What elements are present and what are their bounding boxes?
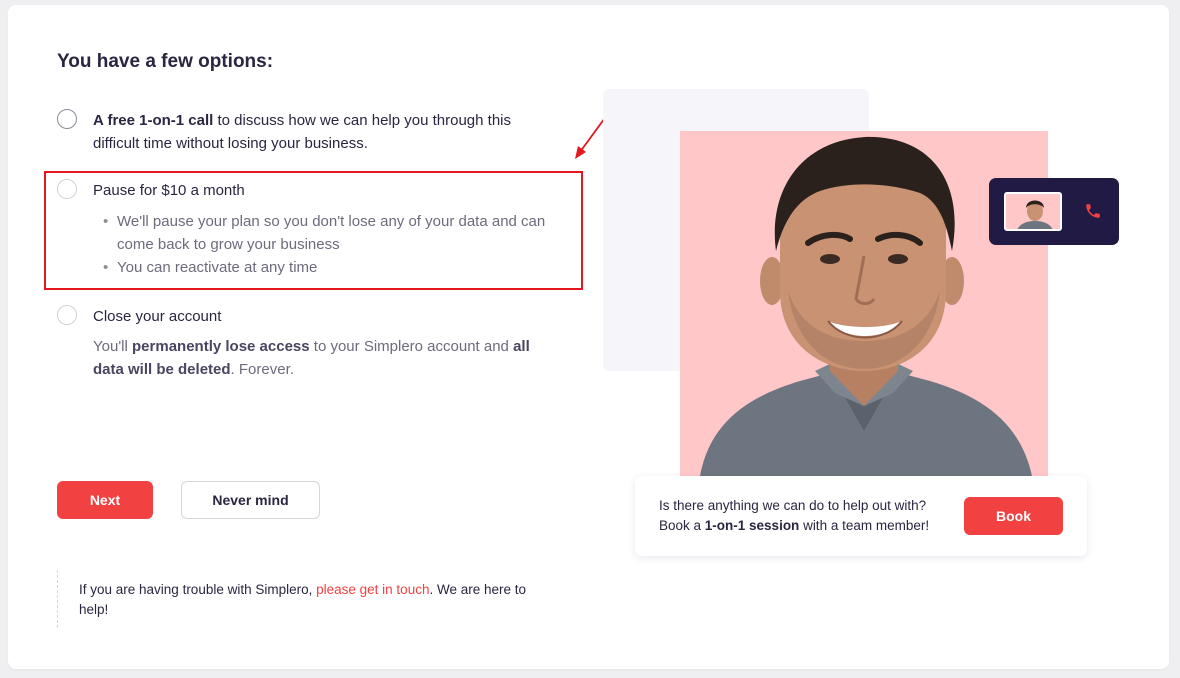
caller-avatar-icon [1017, 200, 1053, 229]
radio-free-call[interactable] [57, 109, 77, 129]
book-session-suffix: with a team member! [799, 518, 930, 533]
book-session-line-1: Is there anything we can do to help out … [659, 498, 927, 513]
book-button[interactable]: Book [964, 497, 1063, 535]
book-session-bold: 1-on-1 session [704, 518, 800, 533]
option-free-call-text: A free 1-on-1 call to discuss how we can… [93, 109, 553, 155]
close-desc-part-1: You'll [93, 338, 133, 355]
book-session-text: Is there anything we can do to help out … [659, 496, 949, 536]
close-desc-bold-1: permanently lose access [132, 338, 310, 355]
page-title: You have a few options: [57, 51, 274, 72]
never-mind-button[interactable]: Never mind [181, 481, 320, 519]
help-note: If you are having trouble with Simplero,… [57, 570, 557, 628]
video-call-card [989, 178, 1119, 245]
book-session-line-2: Book a 1-on-1 session with a team member… [659, 516, 949, 536]
book-session-prefix: Book a [659, 518, 705, 533]
next-button[interactable]: Next [57, 481, 153, 519]
phone-hangup-icon[interactable] [1084, 202, 1102, 220]
radio-close-account[interactable] [57, 305, 77, 325]
close-desc-part-3: . Forever. [230, 361, 294, 378]
option-free-call-bold: A free 1-on-1 call [93, 112, 214, 129]
video-call-thumbnail [1004, 192, 1062, 231]
help-prefix: If you are having trouble with Simplero, [79, 582, 317, 597]
close-account-description: You'll permanently lose access to your S… [93, 335, 563, 381]
pause-highlight-box [44, 171, 583, 290]
get-in-touch-link[interactable]: please get in touch [316, 582, 429, 597]
book-session-card: Is there anything we can do to help out … [635, 476, 1087, 556]
option-close-account-label: Close your account [93, 308, 222, 325]
close-desc-part-2: to your Simplero account and [309, 338, 514, 355]
